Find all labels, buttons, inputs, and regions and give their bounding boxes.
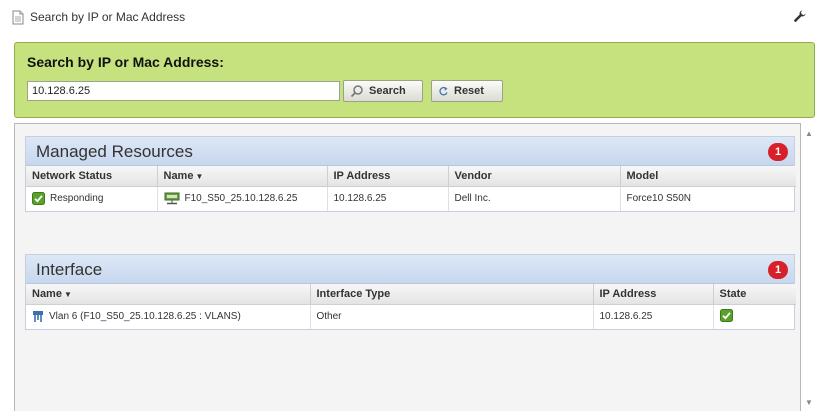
scroll-down-icon[interactable]: ▼ xyxy=(805,398,813,407)
interface-name-cell[interactable]: Vlan 6 (F10_S50_25.10.128.6.25 : VLANS) xyxy=(26,304,311,329)
network-status-cell: Responding xyxy=(26,186,158,211)
column-header-model[interactable]: Model xyxy=(620,166,796,187)
document-icon xyxy=(12,10,24,25)
search-panel: Search by IP or Mac Address: Search Rese… xyxy=(14,42,815,118)
sort-desc-icon: ▼ xyxy=(63,289,72,299)
table-header-row: Name ▼ Interface Type IP Address State xyxy=(26,284,796,305)
model-cell: Force10 S50N xyxy=(626,193,691,205)
column-header-interface-type[interactable]: Interface Type xyxy=(310,284,594,305)
column-header-ip-address[interactable]: IP Address xyxy=(327,166,449,187)
status-check-icon xyxy=(32,192,45,206)
scroll-up-icon[interactable]: ▲ xyxy=(805,129,813,138)
device-icon xyxy=(164,192,179,205)
resource-name-text: F10_S50_25.10.128.6.25 xyxy=(184,193,298,205)
interface-header: Interface 1 xyxy=(26,255,794,284)
search-button-label: Search xyxy=(369,85,406,97)
column-header-name-label: Name xyxy=(32,287,62,300)
managed-resources-panel: Managed Resources 1 Network Status Name ▼… xyxy=(25,136,796,212)
interface-name-text: Vlan 6 (F10_S50_25.10.128.6.25 : VLANS) xyxy=(49,311,241,323)
table-row[interactable]: Vlan 6 (F10_S50_25.10.128.6.25 : VLANS) … xyxy=(26,304,796,329)
column-header-name-label: Name xyxy=(163,169,194,182)
state-cell xyxy=(713,304,796,329)
interface-count-badge: 1 xyxy=(768,261,788,279)
magnifier-icon xyxy=(350,85,363,98)
column-header-name[interactable]: Name ▼ xyxy=(157,166,328,187)
managed-resources-title: Managed Resources xyxy=(36,142,193,161)
wrench-icon[interactable] xyxy=(793,9,807,23)
search-button[interactable]: Search xyxy=(343,80,423,102)
state-check-icon xyxy=(719,308,733,322)
vendor-cell: Dell Inc. xyxy=(448,186,621,211)
managed-resources-table: Network Status Name ▼ IP Address Vendor M… xyxy=(26,166,796,211)
column-header-ip-address[interactable]: IP Address xyxy=(593,284,714,305)
managed-resources-header: Managed Resources 1 xyxy=(26,137,794,166)
network-status-text: Responding xyxy=(50,193,104,205)
interface-icon xyxy=(33,311,43,323)
reset-button[interactable]: Reset xyxy=(431,80,503,102)
interface-type-cell: Other xyxy=(310,304,594,329)
column-header-state[interactable]: State xyxy=(713,284,796,305)
table-header-row: Network Status Name ▼ IP Address Vendor M… xyxy=(26,166,796,187)
column-header-network-status[interactable]: Network Status xyxy=(26,166,158,187)
results-container: Managed Resources 1 Network Status Name ▼… xyxy=(14,123,801,411)
interface-panel: Interface 1 Name ▼ Interface Type IP Addr… xyxy=(25,254,796,330)
ip-address-cell: 10.128.6.25 xyxy=(327,186,449,211)
column-header-name[interactable]: Name ▼ xyxy=(26,284,311,305)
reset-icon xyxy=(439,86,448,95)
page-title: Search by IP or Mac Address xyxy=(30,10,186,24)
interface-title: Interface xyxy=(36,260,103,279)
results-scrollbar[interactable]: ▲ ▼ xyxy=(802,125,815,411)
ip-mac-search-input[interactable] xyxy=(27,81,340,101)
managed-resources-count-badge: 1 xyxy=(768,143,788,161)
top-bar: Search by IP or Mac Address xyxy=(0,0,815,36)
sort-desc-icon: ▼ xyxy=(195,171,204,181)
ip-address-cell: 10.128.6.25 xyxy=(593,304,714,329)
search-heading: Search by IP or Mac Address: xyxy=(27,54,224,70)
column-header-vendor[interactable]: Vendor xyxy=(448,166,621,187)
reset-button-label: Reset xyxy=(454,85,484,97)
name-cell[interactable]: F10_S50_25.10.128.6.25 xyxy=(157,186,328,211)
table-row[interactable]: Responding F10_S50_25.10.128.6.25 10.128… xyxy=(26,186,796,211)
interface-table: Name ▼ Interface Type IP Address State V… xyxy=(26,284,796,329)
